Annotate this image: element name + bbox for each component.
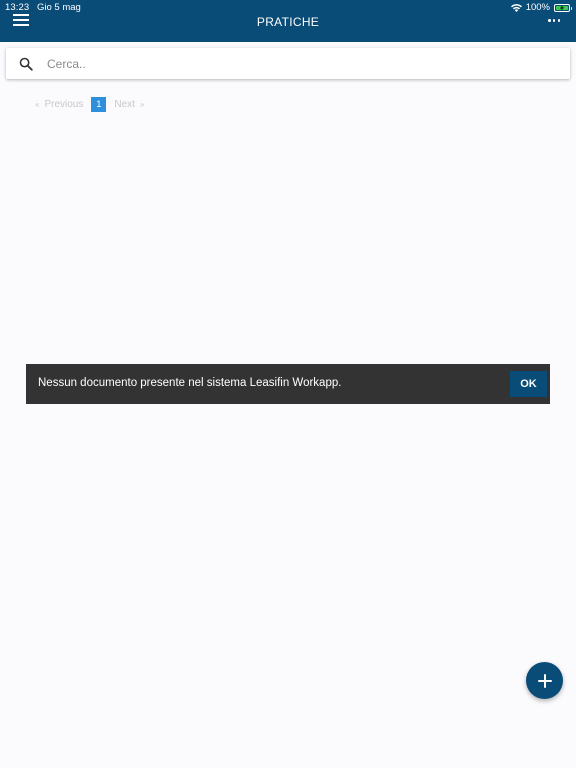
snackbar: Nessun documento presente nel sistema Le… xyxy=(26,364,550,404)
top-app-bar: 13:23 Gio 5 mag 100% PRATICHE xyxy=(0,0,576,42)
page-title: PRATICHE xyxy=(256,15,320,29)
search-icon[interactable] xyxy=(19,57,33,71)
search-bar xyxy=(6,48,570,79)
pagination: « Previous 1 Next » xyxy=(35,97,149,112)
status-date: Gio 5 mag xyxy=(37,2,81,13)
status-time: 13:23 xyxy=(5,2,30,13)
pagination-previous-link[interactable]: « Previous xyxy=(35,99,83,110)
battery-charging-icon xyxy=(554,3,572,12)
more-horizontal-icon[interactable] xyxy=(548,19,560,22)
pagination-next-link[interactable]: Next » xyxy=(114,99,149,110)
snackbar-message: Nessun documento presente nel sistema Le… xyxy=(38,377,342,389)
wifi-icon xyxy=(510,3,522,12)
status-indicators: 100% xyxy=(510,2,572,13)
next-label: Next xyxy=(114,99,135,110)
pagination-page-current[interactable]: 1 xyxy=(91,97,107,112)
add-pratica-fab-button[interactable] xyxy=(526,662,563,699)
previous-chevron-icon: « xyxy=(35,100,40,109)
previous-label: Previous xyxy=(44,99,84,110)
app-screen: 13:23 Gio 5 mag 100% PRATICHE Cerca.. « … xyxy=(0,0,576,768)
snackbar-ok-button[interactable]: OK xyxy=(510,371,547,397)
search-input[interactable] xyxy=(47,52,547,75)
next-chevron-icon: » xyxy=(139,100,145,109)
battery-percent: 100% xyxy=(525,2,550,13)
plus-icon xyxy=(537,673,552,688)
